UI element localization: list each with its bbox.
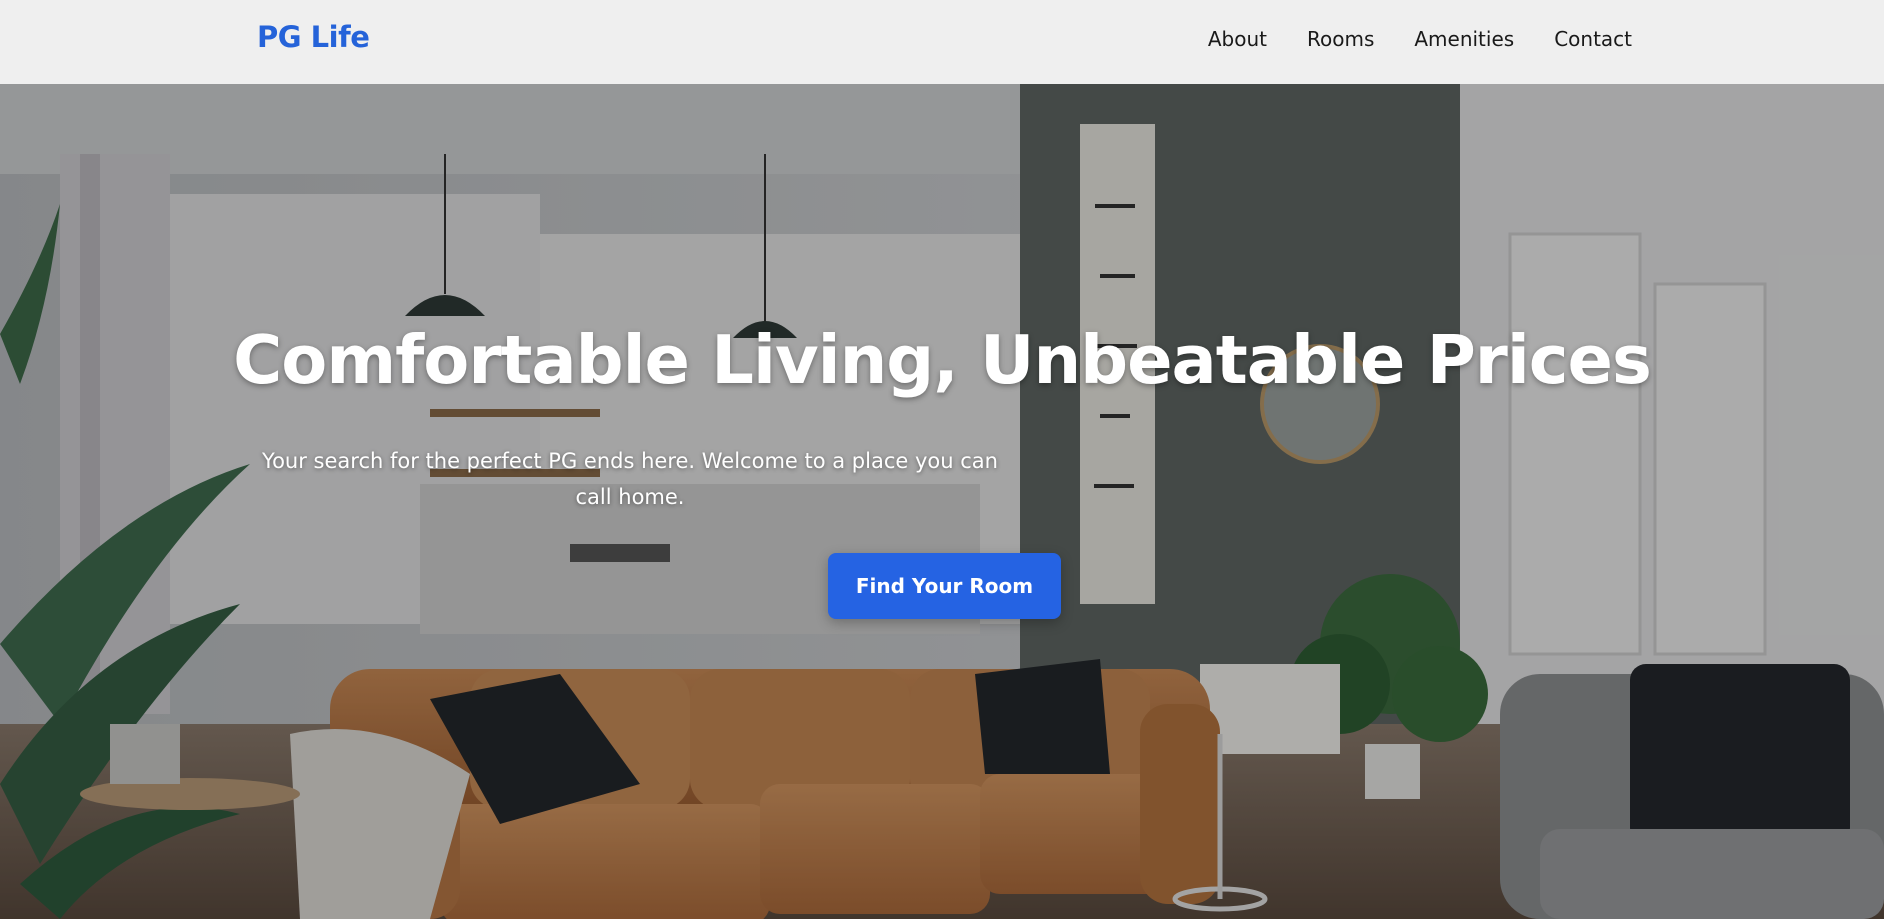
brand-logo[interactable]: PG Life <box>257 20 370 54</box>
nav-link-rooms[interactable]: Rooms <box>1307 27 1374 51</box>
top-navbar: PG Life About Rooms Amenities Contact <box>0 0 1884 84</box>
hero-section: Comfortable Living, Unbeatable Prices Yo… <box>0 84 1884 919</box>
nav-link-contact[interactable]: Contact <box>1554 27 1632 51</box>
find-your-room-button[interactable]: Find Your Room <box>828 553 1061 619</box>
hero-subtitle: Your search for the perfect PG ends here… <box>262 449 998 509</box>
main-nav: About Rooms Amenities Contact <box>1208 27 1632 51</box>
nav-link-about[interactable]: About <box>1208 27 1267 51</box>
hero-title: Comfortable Living, Unbeatable Prices <box>233 321 1652 399</box>
nav-link-amenities[interactable]: Amenities <box>1414 27 1514 51</box>
